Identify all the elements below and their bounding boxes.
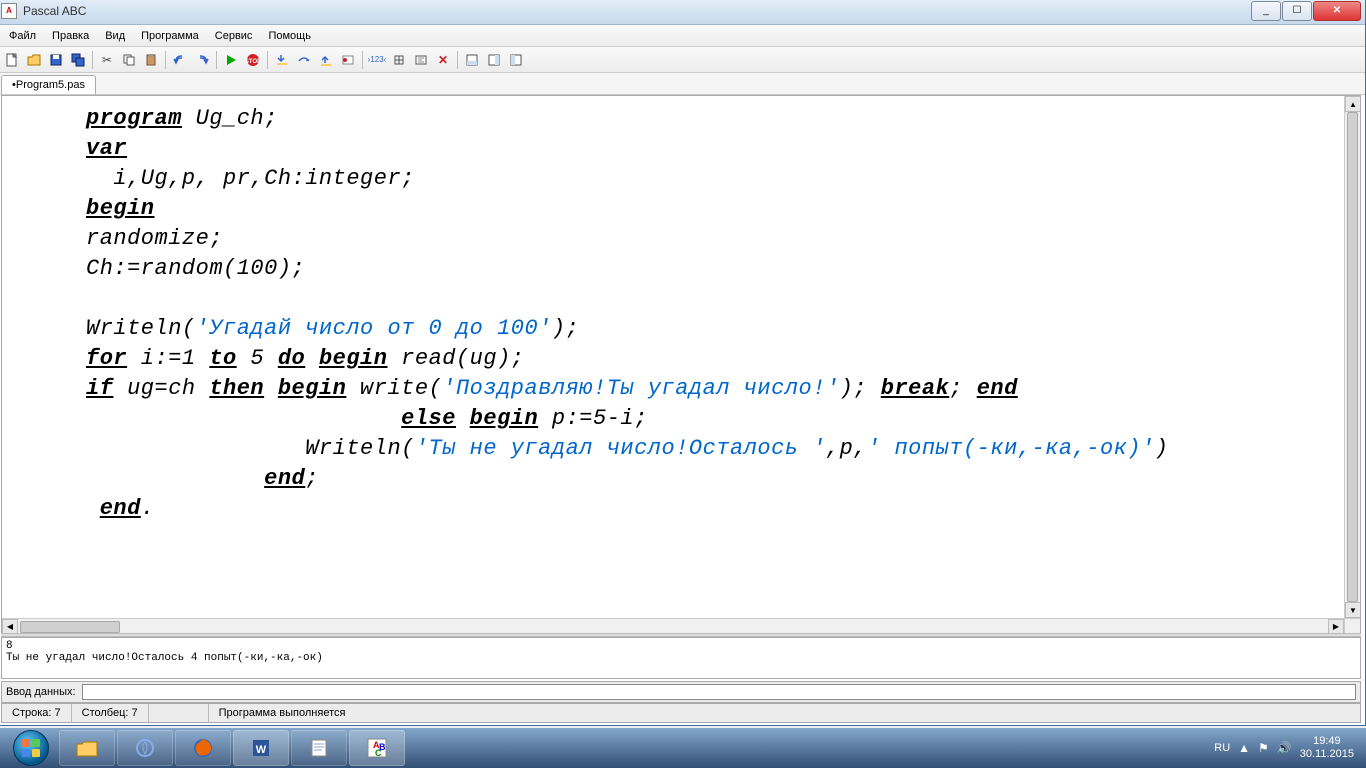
new-file-icon[interactable] [1, 49, 23, 71]
tray-action-icon[interactable]: ⚑ [1258, 741, 1269, 755]
toolbar-separator [216, 51, 217, 69]
scroll-corner [1344, 618, 1360, 634]
menu-edit[interactable]: Правка [44, 27, 97, 45]
scroll-thumb[interactable] [20, 621, 120, 633]
copy-icon[interactable] [118, 49, 140, 71]
stop-icon[interactable]: STOP [242, 49, 264, 71]
horizontal-scrollbar[interactable]: ◀ ▶ [2, 618, 1344, 634]
titlebar[interactable]: A Pascal ABC _ ☐ ✕ [0, 0, 1365, 25]
start-button[interactable] [4, 728, 58, 768]
toolbar-separator [165, 51, 166, 69]
toolbar-separator [92, 51, 93, 69]
svg-text:STOP: STOP [246, 59, 260, 65]
window-controls: _ ☐ ✕ [1251, 1, 1361, 21]
taskbar-explorer[interactable] [59, 730, 115, 766]
svg-text:C: C [375, 748, 382, 758]
input-field[interactable] [82, 684, 1356, 700]
run-icon[interactable] [220, 49, 242, 71]
codecomplete-icon[interactable] [410, 49, 432, 71]
scroll-down-icon[interactable]: ▼ [1345, 602, 1361, 618]
status-empty [149, 704, 209, 722]
undo-icon[interactable] [169, 49, 191, 71]
redo-icon[interactable] [191, 49, 213, 71]
status-col: Столбец: 7 [72, 704, 149, 722]
menu-service[interactable]: Сервис [207, 27, 261, 45]
vertical-scrollbar[interactable]: ▲ ▼ [1344, 96, 1360, 618]
taskbar-firefox[interactable] [175, 730, 231, 766]
menubar: Файл Правка Вид Программа Сервис Помощь [0, 25, 1365, 47]
status-line: Строка: 7 [2, 704, 72, 722]
toolbar-separator [267, 51, 268, 69]
tray-flag-icon[interactable]: ▲ [1238, 741, 1250, 755]
watch-icon[interactable]: ›123‹ [366, 49, 388, 71]
tray-lang[interactable]: RU [1214, 742, 1230, 754]
tray-volume-icon[interactable]: 🔊 [1277, 741, 1292, 755]
code-content[interactable]: program Ug_ch; var i,Ug,p, pr,Ch:integer… [2, 96, 1360, 524]
scroll-up-icon[interactable]: ▲ [1345, 96, 1361, 112]
toolbar: ✂ STOP ›123‹ ✕ [0, 47, 1365, 73]
taskbar-pascalabc[interactable]: ABC [349, 730, 405, 766]
statusbar: Строка: 7 Столбец: 7 Программа выполняет… [1, 703, 1361, 723]
menu-view[interactable]: Вид [97, 27, 133, 45]
breakpoint-icon[interactable] [337, 49, 359, 71]
system-tray: RU ▲ ⚑ 🔊 19:49 30.11.2015 [1214, 735, 1362, 761]
maximize-button[interactable]: ☐ [1282, 1, 1312, 21]
save-icon[interactable] [45, 49, 67, 71]
app-window: A Pascal ABC _ ☐ ✕ Файл Правка Вид Прогр… [0, 0, 1366, 726]
step-out-icon[interactable] [315, 49, 337, 71]
output-panel[interactable]: 8 Ты не угадал число!Осталось 4 попыт(-к… [1, 637, 1361, 679]
step-over-icon[interactable] [293, 49, 315, 71]
taskbar: W ABC RU ▲ ⚑ 🔊 19:49 30.11.2015 [0, 728, 1366, 768]
window-title: Pascal ABC [23, 4, 1251, 18]
svg-text:W: W [256, 744, 267, 756]
delete-bp-icon[interactable]: ✕ [432, 49, 454, 71]
menu-program[interactable]: Программа [133, 27, 207, 45]
close-button[interactable]: ✕ [1313, 1, 1361, 21]
code-editor[interactable]: program Ug_ch; var i,Ug,p, pr,Ch:integer… [1, 95, 1361, 635]
taskbar-app1[interactable] [117, 730, 173, 766]
tray-clock[interactable]: 19:49 30.11.2015 [1300, 735, 1354, 761]
paste-icon[interactable] [140, 49, 162, 71]
app-icon: A [1, 3, 17, 19]
panel2-icon[interactable] [483, 49, 505, 71]
input-label: Ввод данных: [6, 686, 76, 698]
save-all-icon[interactable] [67, 49, 89, 71]
step-into-icon[interactable] [271, 49, 293, 71]
menu-file[interactable]: Файл [1, 27, 44, 45]
input-row: Ввод данных: [1, 681, 1361, 703]
menu-help[interactable]: Помощь [260, 27, 319, 45]
status-message: Программа выполняется [209, 704, 1360, 722]
windows-logo-icon [13, 730, 49, 766]
file-tab-program5[interactable]: •Program5.pas [1, 75, 96, 94]
scroll-track[interactable] [1345, 112, 1360, 602]
taskbar-notepad[interactable] [291, 730, 347, 766]
panel3-icon[interactable] [505, 49, 527, 71]
taskbar-word[interactable]: W [233, 730, 289, 766]
trace-icon[interactable] [388, 49, 410, 71]
panel1-icon[interactable] [461, 49, 483, 71]
minimize-button[interactable]: _ [1251, 1, 1281, 21]
cut-icon[interactable]: ✂ [96, 49, 118, 71]
toolbar-separator [362, 51, 363, 69]
file-tabs: •Program5.pas [0, 73, 1365, 95]
toolbar-separator [457, 51, 458, 69]
open-file-icon[interactable] [23, 49, 45, 71]
scroll-thumb[interactable] [1347, 112, 1358, 602]
